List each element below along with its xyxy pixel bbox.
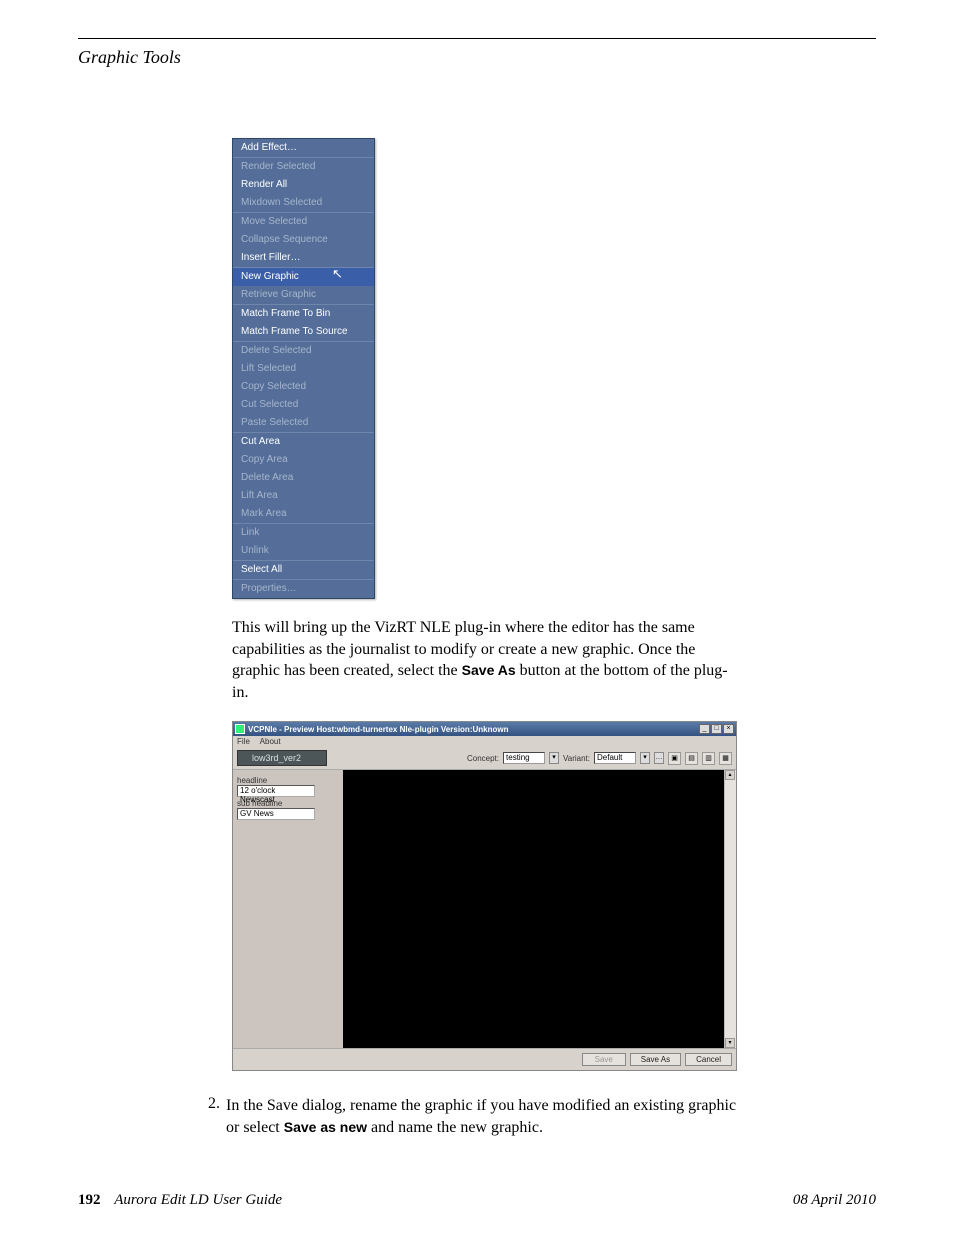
page-date: 08 April 2010 bbox=[793, 1192, 876, 1209]
menu-item-match-frame-to-source[interactable]: Match Frame To Source bbox=[233, 323, 374, 341]
menu-item-delete-area: Delete Area bbox=[233, 469, 374, 487]
menu-item-mark-area: Mark Area bbox=[233, 505, 374, 523]
menu-item-collapse-sequence: Collapse Sequence bbox=[233, 231, 374, 249]
variant-combo[interactable]: Default bbox=[594, 752, 636, 764]
sub-headline-label: sub headline bbox=[237, 799, 339, 808]
step-number: 2. bbox=[202, 1095, 226, 1138]
menu-item-unlink: Unlink bbox=[233, 542, 374, 560]
toolbar-btn-3[interactable]: ▥ bbox=[702, 752, 715, 765]
section-title: Graphic Tools bbox=[78, 47, 876, 68]
menu-item-insert-filler[interactable]: Insert Filler… bbox=[233, 249, 374, 267]
toolbar-extra[interactable]: … bbox=[654, 752, 664, 764]
plugin-preview-area bbox=[343, 770, 724, 1048]
plugin-titlebar: VCPNle - Preview Host:wbmd-turnertex Nle… bbox=[233, 722, 736, 736]
menu-item-lift-selected: Lift Selected bbox=[233, 360, 374, 378]
menu-item-cut-area[interactable]: Cut Area bbox=[233, 433, 374, 451]
menu-item-render-all[interactable]: Render All bbox=[233, 176, 374, 194]
plugin-form: headline 12 o'clock Newscast sub headlin… bbox=[233, 770, 343, 1048]
menu-item-match-frame-to-bin[interactable]: Match Frame To Bin bbox=[233, 305, 374, 323]
toolbar-btn-1[interactable]: ▣ bbox=[668, 752, 681, 765]
minimize-button[interactable]: _ bbox=[699, 724, 710, 734]
save-as-label: Save As bbox=[462, 662, 516, 678]
menu-item-copy-selected: Copy Selected bbox=[233, 378, 374, 396]
page-number: 192 bbox=[78, 1192, 101, 1208]
plugin-menubar: File About bbox=[233, 736, 736, 747]
doc-title: Aurora Edit LD User Guide bbox=[114, 1192, 282, 1208]
menu-item-copy-area: Copy Area bbox=[233, 451, 374, 469]
menu-about[interactable]: About bbox=[260, 737, 281, 746]
sub-headline-input[interactable]: GV News bbox=[237, 808, 315, 820]
maximize-button[interactable]: □ bbox=[711, 724, 722, 734]
headline-input[interactable]: 12 o'clock Newscast bbox=[237, 785, 315, 797]
menu-file[interactable]: File bbox=[237, 737, 250, 746]
menu-item-mixdown-selected: Mixdown Selected bbox=[233, 194, 374, 212]
step-text: In the Save dialog, rename the graphic i… bbox=[226, 1095, 746, 1138]
variant-combo-arrow[interactable]: ▾ bbox=[640, 752, 650, 764]
menu-item-new-graphic[interactable]: New Graphic↖ bbox=[233, 268, 374, 286]
plugin-toolbar: low3rd_ver2 Concept: testing ▾ Variant: … bbox=[233, 747, 736, 770]
plugin-title: VCPNle - Preview Host:wbmd-turnertex Nle… bbox=[248, 725, 699, 734]
headline-label: headline bbox=[237, 776, 339, 785]
plugin-footer: Save Save As Cancel bbox=[233, 1048, 736, 1070]
concept-combo-arrow[interactable]: ▾ bbox=[549, 752, 559, 764]
toolbar-btn-2[interactable]: ▤ bbox=[685, 752, 698, 765]
scroll-down-icon[interactable]: ▾ bbox=[725, 1038, 735, 1048]
page-footer: 192 Aurora Edit LD User Guide 08 April 2… bbox=[78, 1192, 876, 1209]
menu-item-render-selected: Render Selected bbox=[233, 158, 374, 176]
scroll-up-icon[interactable]: ▴ bbox=[725, 770, 735, 780]
menu-item-lift-area: Lift Area bbox=[233, 487, 374, 505]
variant-label: Variant: bbox=[563, 754, 590, 763]
menu-item-link: Link bbox=[233, 524, 374, 542]
step2-post: and name the new graphic. bbox=[371, 1119, 543, 1136]
template-name: low3rd_ver2 bbox=[237, 750, 327, 766]
menu-item-add-effect[interactable]: Add Effect… bbox=[233, 139, 374, 157]
menu-item-cut-selected: Cut Selected bbox=[233, 396, 374, 414]
save-as-button[interactable]: Save As bbox=[630, 1053, 681, 1066]
menu-item-move-selected: Move Selected bbox=[233, 213, 374, 231]
body-paragraph: This will bring up the VizRT NLE plug-in… bbox=[232, 617, 742, 703]
vizrt-plugin-window: VCPNle - Preview Host:wbmd-turnertex Nle… bbox=[232, 721, 737, 1071]
menu-item-select-all[interactable]: Select All bbox=[233, 561, 374, 579]
menu-item-paste-selected: Paste Selected bbox=[233, 414, 374, 432]
cursor-icon: ↖ bbox=[332, 267, 343, 281]
concept-label: Concept: bbox=[467, 754, 499, 763]
toolbar-btn-4[interactable]: ▦ bbox=[719, 752, 732, 765]
menu-item-properties: Properties… bbox=[233, 580, 374, 598]
menu-item-retrieve-graphic: Retrieve Graphic bbox=[233, 286, 374, 304]
cancel-button[interactable]: Cancel bbox=[685, 1053, 732, 1066]
close-button[interactable]: × bbox=[723, 724, 734, 734]
context-menu: Add Effect…Render SelectedRender AllMixd… bbox=[232, 138, 375, 599]
save-as-new-label: Save as new bbox=[284, 1119, 367, 1135]
save-button[interactable]: Save bbox=[582, 1053, 626, 1066]
plugin-scrollbar[interactable]: ▴ ▾ bbox=[724, 770, 736, 1048]
menu-item-delete-selected: Delete Selected bbox=[233, 342, 374, 360]
concept-combo[interactable]: testing bbox=[503, 752, 545, 764]
app-icon bbox=[235, 724, 245, 734]
